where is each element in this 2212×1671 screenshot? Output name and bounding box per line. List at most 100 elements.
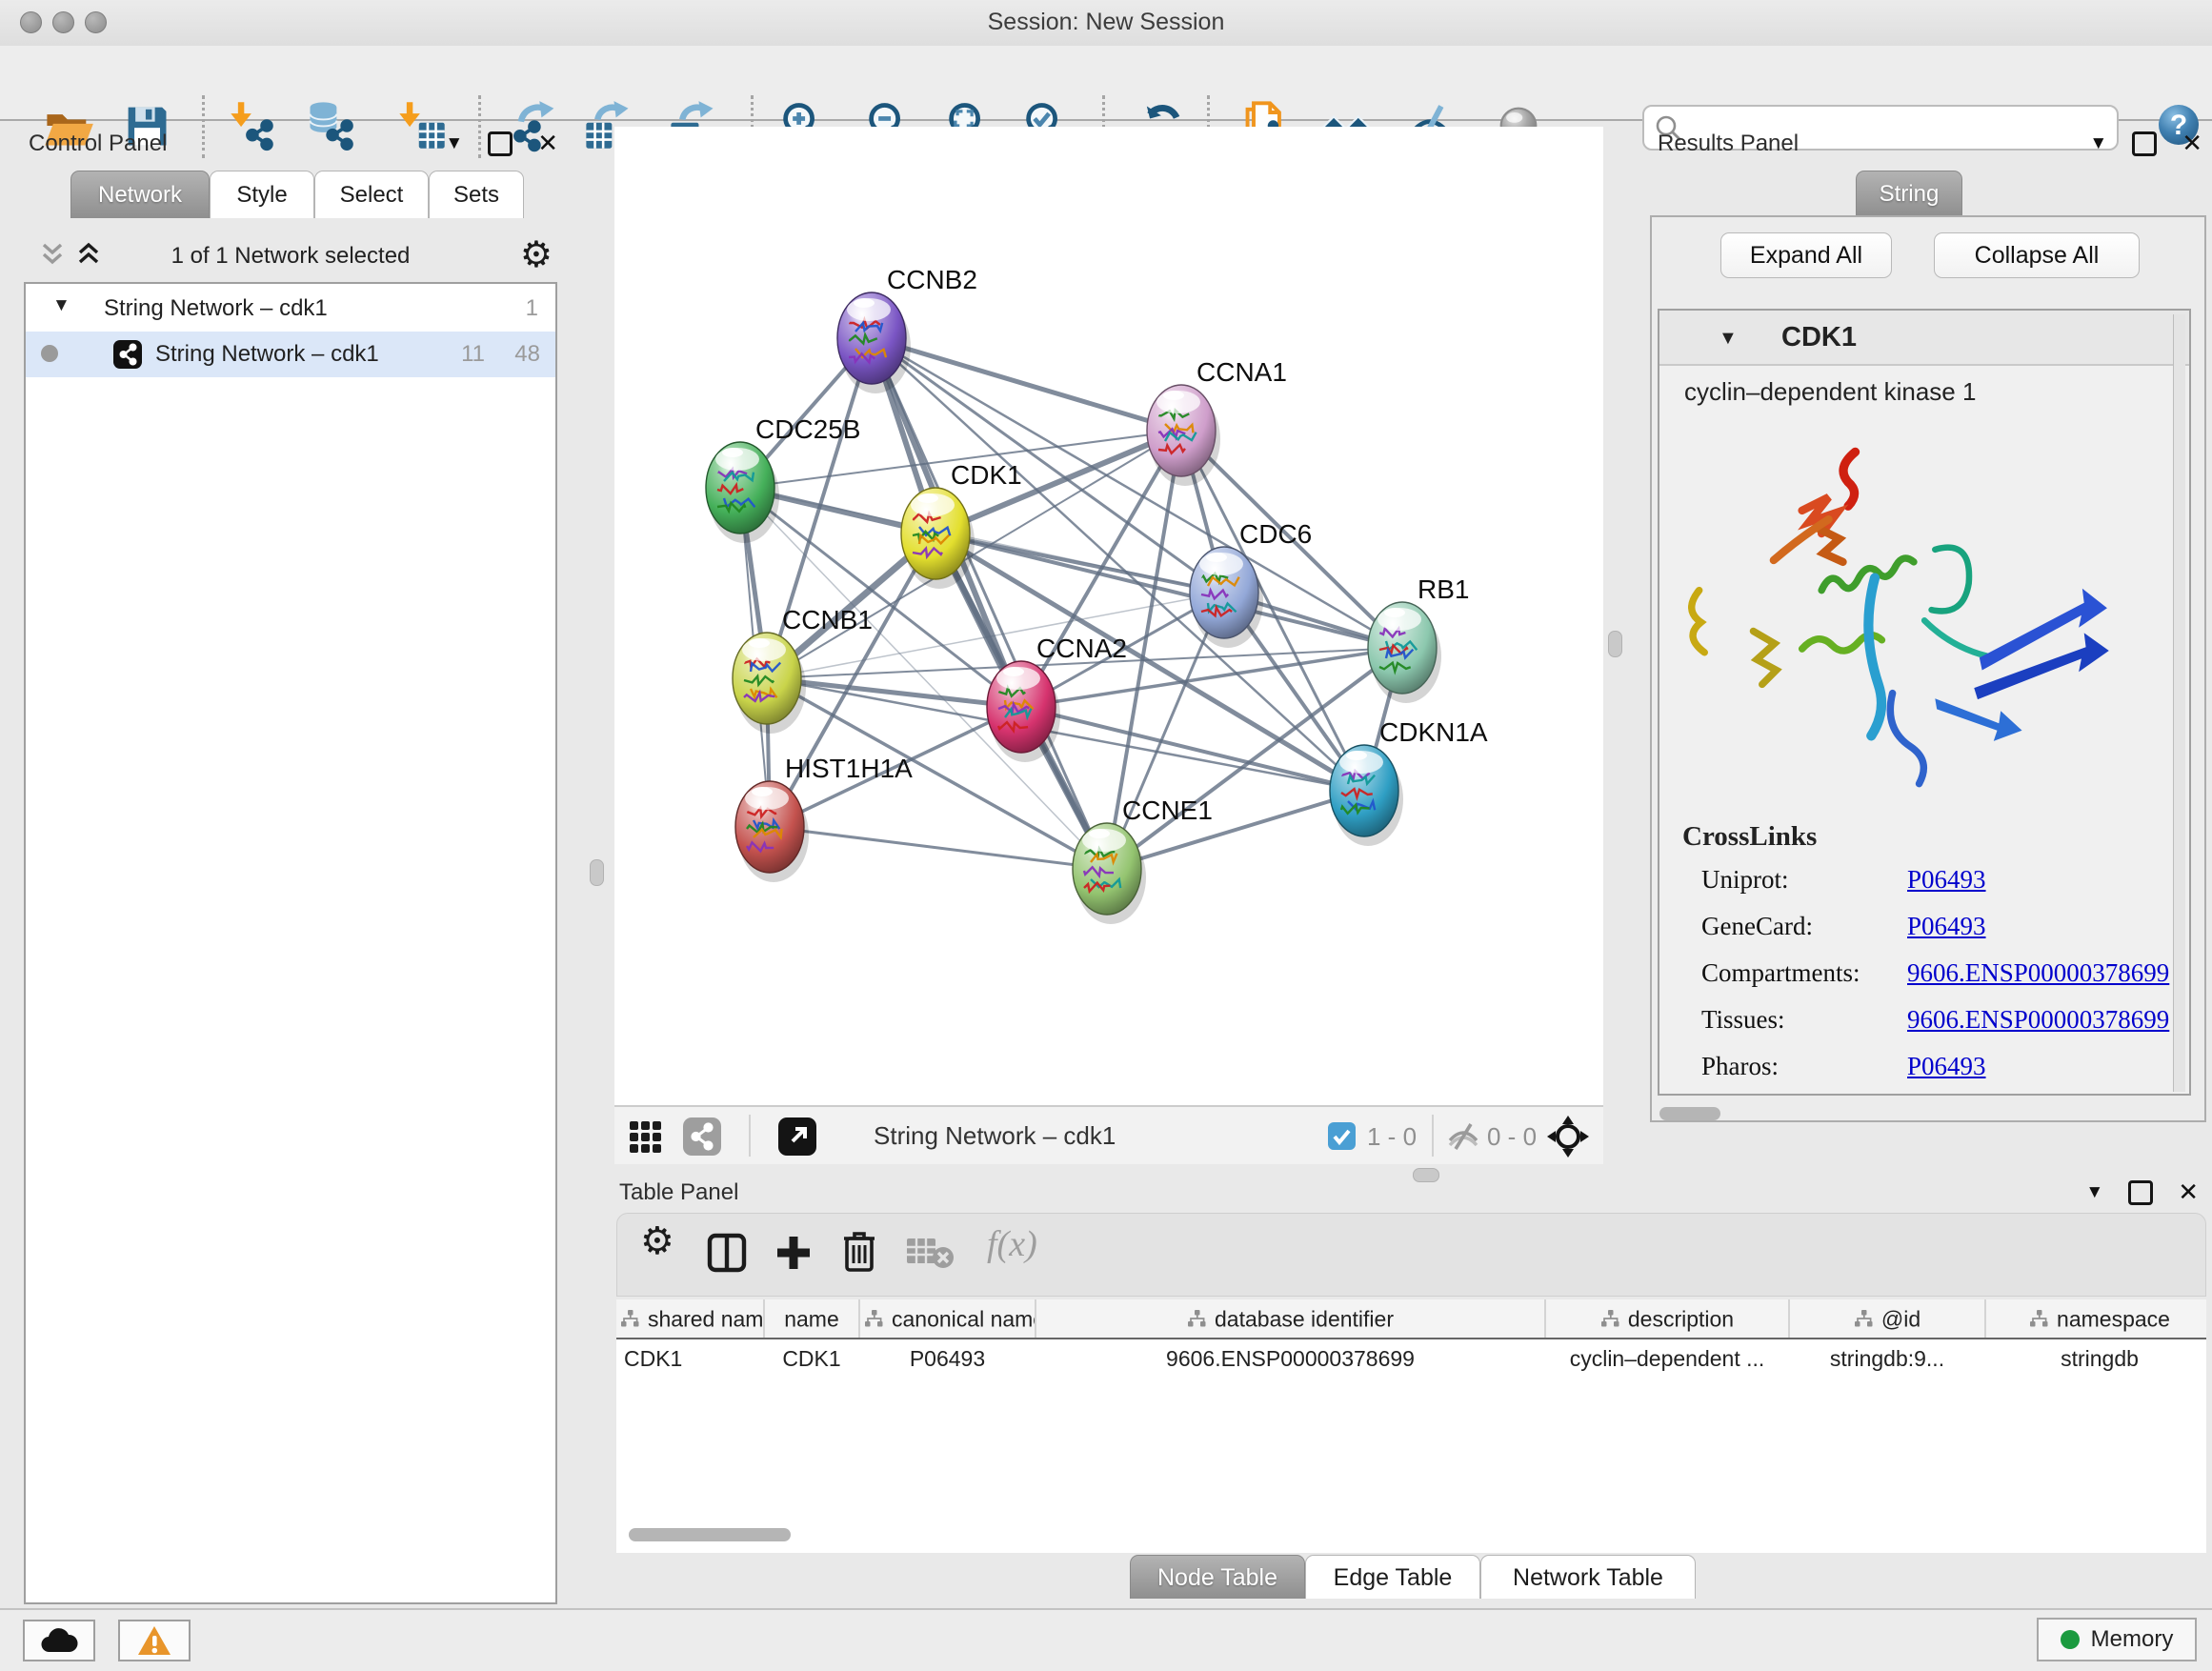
table-cell[interactable]: stringdb — [1985, 1339, 2206, 1379]
expand-all-button[interactable]: Expand All — [1720, 232, 1892, 278]
crosslink-label: GeneCard: — [1701, 912, 1907, 941]
panel-float-icon[interactable] — [2132, 131, 2157, 156]
network-node-CCNE1[interactable] — [1073, 823, 1146, 924]
table-horizontal-scrollbar[interactable] — [629, 1528, 791, 1541]
column-header-shared-name[interactable]: shared name — [616, 1299, 764, 1339]
network-row-selected[interactable]: String Network – cdk1 11 48 — [26, 332, 555, 377]
column-header--id[interactable]: @id — [1789, 1299, 1985, 1339]
network-node-HIST1H1A[interactable] — [735, 781, 809, 882]
warning-button[interactable] — [118, 1620, 191, 1661]
network-options-gear-icon[interactable]: ⚙ — [520, 233, 553, 276]
panel-float-icon[interactable] — [488, 131, 513, 156]
collapse-all-button[interactable]: Collapse All — [1934, 232, 2140, 278]
panel-menu-icon[interactable]: ▼ — [445, 133, 463, 154]
toolbar-separator — [749, 1115, 751, 1157]
column-header-namespace[interactable]: namespace — [1985, 1299, 2206, 1339]
results-horizontal-scrollbar[interactable] — [1659, 1107, 1720, 1120]
column-header-description[interactable]: description — [1545, 1299, 1789, 1339]
memory-status-dot — [2061, 1630, 2080, 1649]
cloud-button[interactable] — [23, 1620, 95, 1661]
crosslink-row: GeneCard:P06493 — [1701, 912, 2178, 941]
panel-close-icon[interactable]: ✕ — [537, 129, 558, 158]
memory-button[interactable]: Memory — [2037, 1618, 2197, 1661]
add-column-icon[interactable] — [772, 1231, 815, 1279]
delete-column-icon[interactable] — [838, 1229, 880, 1279]
network-row-label: String Network – cdk1 — [155, 341, 379, 368]
tab-edge-table[interactable]: Edge Table — [1305, 1555, 1480, 1599]
selected-checkbox-icon[interactable] — [1327, 1121, 1357, 1156]
network-node-CDC6[interactable] — [1190, 547, 1263, 648]
network-edge[interactable] — [770, 827, 1107, 869]
open-view-in-window-icon[interactable] — [778, 1117, 816, 1156]
tab-string[interactable]: String — [1856, 171, 1962, 216]
network-node-RB1[interactable] — [1368, 602, 1441, 703]
crosslinks-title: CrossLinks — [1682, 821, 1817, 853]
gene-section-header[interactable]: ▼ CDK1 — [1659, 311, 2189, 366]
crosslink-link[interactable]: P06493 — [1907, 865, 1986, 895]
column-header-name[interactable]: name — [764, 1299, 859, 1339]
table-cell[interactable]: P06493 — [859, 1339, 1036, 1379]
status-bar: Memory — [0, 1608, 2212, 1671]
node-table[interactable]: shared namenamecanonical namedatabase id… — [616, 1299, 2206, 1379]
network-node-CCNB1[interactable] — [733, 633, 806, 734]
table-cell[interactable]: CDK1 — [764, 1339, 859, 1379]
grid-mode-icon[interactable] — [628, 1119, 662, 1158]
table-cell[interactable]: 9606.ENSP00000378699 — [1036, 1339, 1545, 1379]
crosslink-link[interactable]: P06493 — [1907, 1052, 1986, 1081]
column-header-database-identifier[interactable]: database identifier — [1036, 1299, 1545, 1339]
crosslink-link[interactable]: 9606.ENSP00000378699 — [1907, 1005, 2169, 1035]
panel-float-icon[interactable] — [2128, 1180, 2153, 1205]
birds-eye-view-icon[interactable] — [1546, 1115, 1590, 1163]
table-cell[interactable]: cyclin–dependent ... — [1545, 1339, 1789, 1379]
table-cell[interactable]: stringdb:9... — [1789, 1339, 1985, 1379]
panel-menu-icon[interactable]: ▼ — [2089, 133, 2107, 154]
crosslink-label: Pharos: — [1701, 1052, 1907, 1081]
node-label-CCNB1: CCNB1 — [782, 605, 873, 634]
network-selection-summary: 1 of 1 Network selected — [11, 243, 570, 270]
crosslink-row: Tissues:9606.ENSP00000378699 — [1701, 1005, 2178, 1035]
network-tree: ▼ String Network – cdk1 1 String Network… — [24, 282, 557, 1604]
network-canvas[interactable]: CCNB2CCNA1CDC25BCDK1CDC6RB1CCNB1CCNA2CDK… — [614, 127, 1603, 1105]
show-columns-icon[interactable] — [705, 1231, 749, 1279]
table-cell[interactable]: CDK1 — [616, 1339, 764, 1379]
right-splitter-handle[interactable] — [1608, 631, 1622, 657]
crosslink-link[interactable]: P06493 — [1907, 912, 1986, 941]
network-node-CCNA2[interactable] — [987, 661, 1060, 762]
tab-select[interactable]: Select — [314, 171, 429, 218]
node-label-CCNA1: CCNA1 — [1196, 357, 1287, 387]
network-mode-icon[interactable] — [683, 1117, 721, 1156]
gene-collapse-icon[interactable]: ▼ — [1719, 328, 1738, 350]
table-row[interactable]: CDK1CDK1P064939606.ENSP00000378699cyclin… — [616, 1339, 2206, 1379]
crosslink-row: Compartments:9606.ENSP00000378699 — [1701, 958, 2178, 988]
tab-style[interactable]: Style — [210, 171, 314, 218]
panel-menu-icon[interactable]: ▼ — [2085, 1182, 2103, 1203]
protein-structure-image — [1669, 421, 2183, 802]
function-builder-icon[interactable]: f(x) — [987, 1223, 1037, 1265]
panel-close-icon[interactable]: ✕ — [2178, 1178, 2199, 1207]
network-edge[interactable] — [935, 534, 1402, 648]
crosslink-row: Pharos:P06493 — [1701, 1052, 2178, 1081]
tab-node-table[interactable]: Node Table — [1130, 1555, 1305, 1599]
column-header-canonical-name[interactable]: canonical name — [859, 1299, 1036, 1339]
network-edge[interactable] — [872, 338, 1107, 869]
control-panel-controls: ▼ ✕ — [445, 129, 558, 158]
tab-network-table[interactable]: Network Table — [1480, 1555, 1696, 1599]
collection-expand-icon[interactable]: ▼ — [52, 295, 70, 316]
table-panel-controls: ▼ ✕ — [2085, 1178, 2199, 1207]
crosslink-link[interactable]: 9606.ENSP00000378699 — [1907, 958, 2169, 988]
tab-network[interactable]: Network — [70, 171, 210, 218]
crosslink-label: Compartments: — [1701, 958, 1907, 988]
network-node-CCNB2[interactable] — [837, 292, 911, 393]
delete-table-icon[interactable] — [905, 1235, 955, 1276]
table-settings-gear-icon[interactable]: ⚙ — [640, 1219, 674, 1263]
results-panel-controls: ▼ ✕ — [2089, 129, 2202, 158]
results-vertical-scrollbar[interactable] — [2173, 314, 2185, 1092]
panel-close-icon[interactable]: ✕ — [2182, 129, 2202, 158]
collection-label: String Network – cdk1 — [104, 295, 328, 322]
network-collection-row[interactable]: ▼ String Network – cdk1 1 — [26, 288, 555, 332]
tab-sets[interactable]: Sets — [429, 171, 524, 218]
left-splitter-handle[interactable] — [590, 859, 604, 886]
network-node-CDKN1A[interactable] — [1330, 745, 1403, 846]
network-edge[interactable] — [872, 338, 1181, 431]
hidden-eye-icon[interactable] — [1445, 1119, 1481, 1158]
